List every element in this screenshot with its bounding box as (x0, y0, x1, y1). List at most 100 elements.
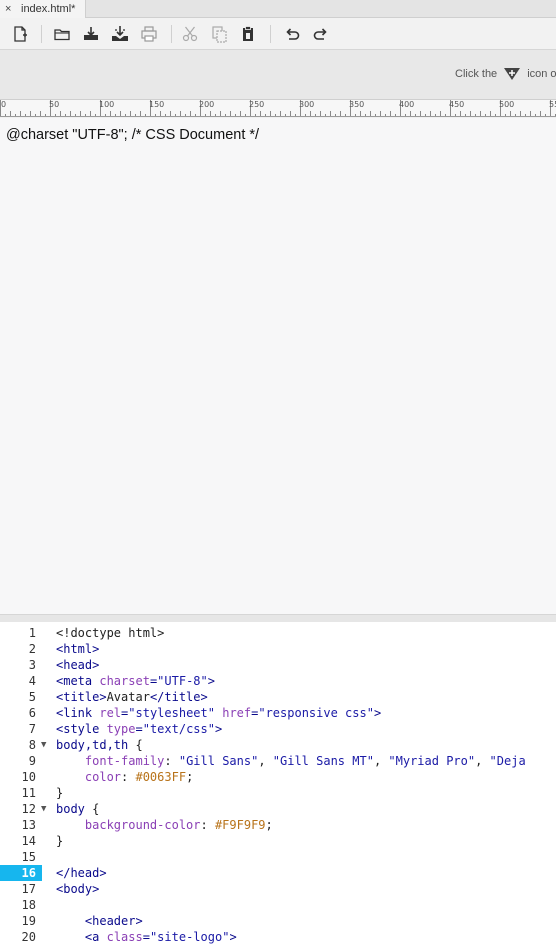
code-token: <title> (56, 690, 107, 704)
code-text: <body> (56, 881, 99, 897)
ruler-label: 500 (499, 100, 515, 109)
line-number: 16 (21, 866, 36, 880)
cut-icon[interactable] (180, 24, 200, 44)
code-line[interactable]: 15 (0, 849, 556, 865)
save-icon[interactable] (81, 24, 101, 44)
code-token: <a (84, 930, 107, 944)
insert-triangle-icon (503, 67, 521, 81)
code-line[interactable]: 20 <a class="site-logo"> (0, 929, 556, 945)
ruler-label: 300 (299, 100, 315, 109)
ruler-label: 450 (449, 100, 465, 109)
code-line[interactable]: 5 <title>Avatar</title> (0, 689, 556, 705)
redo-icon[interactable] (311, 24, 331, 44)
code-line[interactable]: 10 color: #0063FF; (0, 769, 556, 785)
open-folder-icon[interactable] (52, 24, 72, 44)
code-line[interactable]: 2 <html> (0, 641, 556, 657)
code-line[interactable]: 17 <body> (0, 881, 556, 897)
code-token: "Gill Sans" (178, 754, 259, 768)
code-line[interactable]: 14} (0, 833, 556, 849)
save-all-icon[interactable] (110, 24, 130, 44)
code-line[interactable]: 3 <head> (0, 657, 556, 673)
code-token: } (56, 834, 64, 848)
code-token: : (164, 754, 179, 768)
code-text: <a class="site-logo"> (56, 929, 237, 945)
code-token: <html> (56, 642, 100, 656)
fold-toggle-icon[interactable]: ▼ (41, 737, 46, 753)
hint-message: Click the icon o (455, 67, 556, 81)
code-token: font-family (84, 754, 165, 768)
code-token: #0063FF (135, 770, 187, 784)
code-token: </title> (149, 690, 208, 704)
print-icon[interactable] (139, 24, 159, 44)
code-token: : (200, 818, 215, 832)
line-number: 12 (21, 802, 36, 816)
line-number: 10 (21, 770, 36, 784)
ruler-label: 200 (199, 100, 215, 109)
code-text: body { (56, 801, 99, 817)
code-token: ; (265, 818, 273, 832)
code-token: > (207, 674, 215, 688)
line-number: 18 (21, 898, 36, 912)
undo-icon[interactable] (282, 24, 302, 44)
hint-prefix: Click the (455, 68, 498, 80)
paste-icon[interactable] (238, 24, 258, 44)
toolbar-separator (41, 25, 42, 43)
code-token: { (135, 738, 143, 752)
ruler-label: 150 (149, 100, 165, 109)
line-number: 7 (28, 722, 36, 736)
line-number: 8 (28, 738, 36, 752)
code-token: "site-logo" (149, 930, 230, 944)
code-line[interactable]: 11} (0, 785, 556, 801)
design-view[interactable]: @charset "UTF-8"; /* CSS Document */ (0, 118, 556, 614)
code-token: body,td,th (56, 738, 136, 752)
code-text: <html> (56, 641, 99, 657)
code-text: <header> (56, 913, 143, 929)
code-token: <body> (56, 882, 100, 896)
new-file-icon[interactable] (10, 24, 30, 44)
code-text: <link rel="stylesheet" href="responsive … (56, 705, 381, 721)
document-tab[interactable]: × index.html* (0, 0, 86, 18)
code-token: = (135, 722, 143, 736)
ruler-ticks (0, 100, 556, 116)
ruler-label: 100 (99, 100, 115, 109)
code-line[interactable]: 1 <!doctype html> (0, 625, 556, 641)
code-line[interactable]: 9 font-family: "Gill Sans", "Gill Sans M… (0, 753, 556, 769)
code-text: font-family: "Gill Sans", "Gill Sans MT"… (56, 753, 526, 769)
standard-toolbar (0, 18, 556, 50)
code-token: > (214, 722, 223, 736)
code-line[interactable]: 7 <style type="text/css"> (0, 721, 556, 737)
line-number: 15 (21, 850, 36, 864)
code-token: Avatar (106, 690, 150, 704)
code-line[interactable]: 12 ▼ body { (0, 801, 556, 817)
design-view-content[interactable]: @charset "UTF-8"; /* CSS Document */ (6, 127, 259, 143)
code-line[interactable]: 13 background-color: #F9F9F9; (0, 817, 556, 833)
code-text: <meta charset="UTF-8"> (56, 673, 215, 689)
code-text: } (56, 785, 63, 801)
view-splitter[interactable] (0, 614, 556, 622)
hint-suffix: icon o (527, 68, 556, 80)
code-line[interactable]: 4 <meta charset="UTF-8"> (0, 673, 556, 689)
code-token: "Gill Sans MT" (272, 754, 374, 768)
code-line[interactable]: 16 </head> (0, 865, 556, 881)
code-view[interactable]: 1 <!doctype html> 2 <html> 3 <head> 4 <meta cha… (0, 622, 556, 946)
code-token: ; (186, 770, 194, 784)
code-line[interactable]: 6 <link rel="stylesheet" href="responsive… (0, 705, 556, 721)
code-line[interactable]: 18 (0, 897, 556, 913)
copy-icon[interactable] (209, 24, 229, 44)
code-token: </head> (56, 866, 107, 880)
fold-toggle-icon[interactable]: ▼ (41, 801, 46, 817)
code-text: } (56, 833, 63, 849)
close-tab-icon[interactable]: × (5, 0, 15, 18)
line-number: 9 (28, 754, 36, 768)
code-line[interactable]: 19 <header> (0, 913, 556, 929)
code-line[interactable]: 8 ▼ body,td,th { (0, 737, 556, 753)
code-token: <style (56, 722, 107, 736)
code-text: background-color: #F9F9F9; (56, 817, 273, 833)
code-token: rel (99, 706, 122, 720)
toolbar-separator (171, 25, 172, 43)
code-token: "Myriad Pro" (388, 754, 476, 768)
